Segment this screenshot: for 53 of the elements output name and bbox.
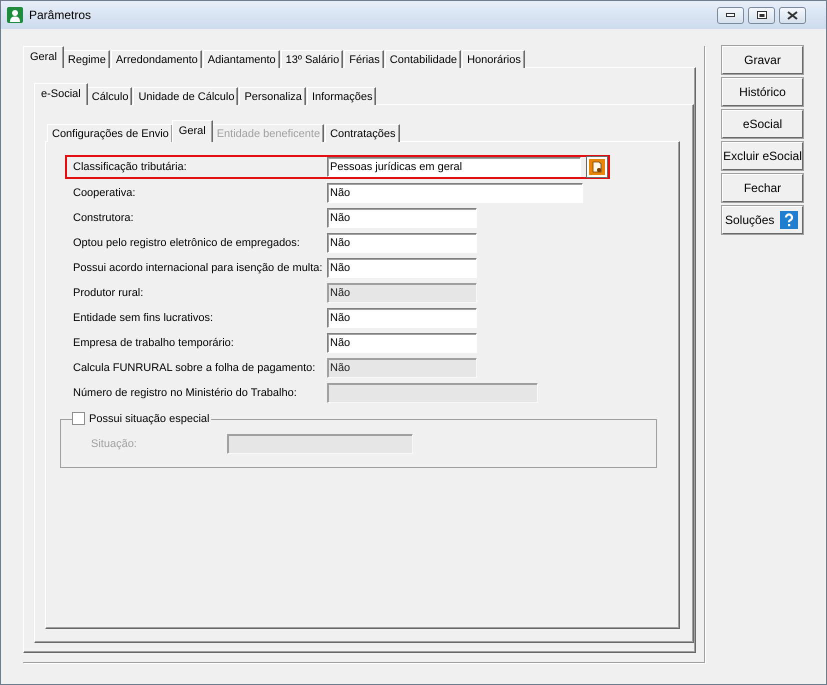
field-label: Optou pelo registro eletrônico de empregados: xyxy=(73,236,301,248)
field-label: Construtora: xyxy=(73,212,135,224)
tab[interactable]: 13º Salário xyxy=(280,50,344,68)
tab[interactable]: e-Social xyxy=(34,83,88,105)
app-icon xyxy=(7,7,23,23)
field-label: Cooperativa: xyxy=(73,186,136,198)
document-icon xyxy=(589,159,606,175)
action-button[interactable]: Soluções xyxy=(722,206,803,234)
window-title: Parâmetros xyxy=(29,8,92,22)
tab[interactable]: Arredondamento xyxy=(110,50,202,68)
input-field[interactable]: Não xyxy=(327,232,477,252)
field-label: Entidade sem fins lucrativos: xyxy=(73,312,214,324)
tab[interactable]: Honorários xyxy=(462,50,525,68)
input-field[interactable]: Não xyxy=(327,308,477,328)
action-button[interactable]: Fechar xyxy=(722,174,803,202)
field-label: Número de registro no Ministério do Trabalho: xyxy=(73,386,298,398)
tab[interactable]: Informações xyxy=(306,87,376,105)
input-field[interactable]: Pessoas jurídicas em geral xyxy=(327,157,582,177)
action-button[interactable]: Histórico xyxy=(722,78,803,106)
tab[interactable]: Geral xyxy=(23,46,64,68)
restore-icon xyxy=(756,11,766,19)
input-field[interactable]: Não xyxy=(327,182,583,202)
lookup-button[interactable] xyxy=(586,156,608,178)
input-field[interactable]: Não xyxy=(327,332,477,352)
field-label: Produtor rural: xyxy=(73,286,144,298)
close-icon xyxy=(787,10,798,20)
close-button[interactable] xyxy=(779,6,806,24)
restore-button[interactable] xyxy=(748,6,775,24)
tab[interactable]: Contratações xyxy=(325,124,400,142)
help-icon xyxy=(780,211,798,229)
input-field[interactable]: Não xyxy=(327,258,477,278)
tab[interactable]: Regime xyxy=(62,50,110,68)
checkbox-label: Possui situação especial xyxy=(89,412,210,424)
action-button[interactable]: eSocial xyxy=(722,110,803,138)
field-label: Possui acordo internacional para isenção de multa: xyxy=(73,262,324,274)
field-label: Calcula FUNRURAL sobre a folha de pagamento: xyxy=(73,362,316,374)
input-field[interactable] xyxy=(227,434,413,454)
minimize-button[interactable] xyxy=(717,6,744,24)
field-label: Situação: xyxy=(91,438,138,450)
tab[interactable]: Cálculo xyxy=(86,87,132,105)
tab[interactable]: Configurações de Envio xyxy=(47,124,173,142)
tab[interactable]: Personaliza xyxy=(239,87,306,105)
tab[interactable]: Adiantamento xyxy=(202,50,280,68)
field-label: Classificação tributária: xyxy=(73,161,188,173)
tab[interactable]: Contabilidade xyxy=(384,50,462,68)
tab[interactable]: Geral xyxy=(172,120,213,142)
tab[interactable]: Unidade de Cálculo xyxy=(133,87,238,105)
field-label: Empresa de trabalho temporário: xyxy=(73,336,235,348)
action-button[interactable]: Gravar xyxy=(722,46,803,74)
input-field[interactable]: Não xyxy=(327,208,477,228)
minimize-icon xyxy=(726,13,735,17)
tab[interactable]: Férias xyxy=(344,50,384,68)
action-button[interactable]: Excluir eSocial xyxy=(722,142,803,170)
